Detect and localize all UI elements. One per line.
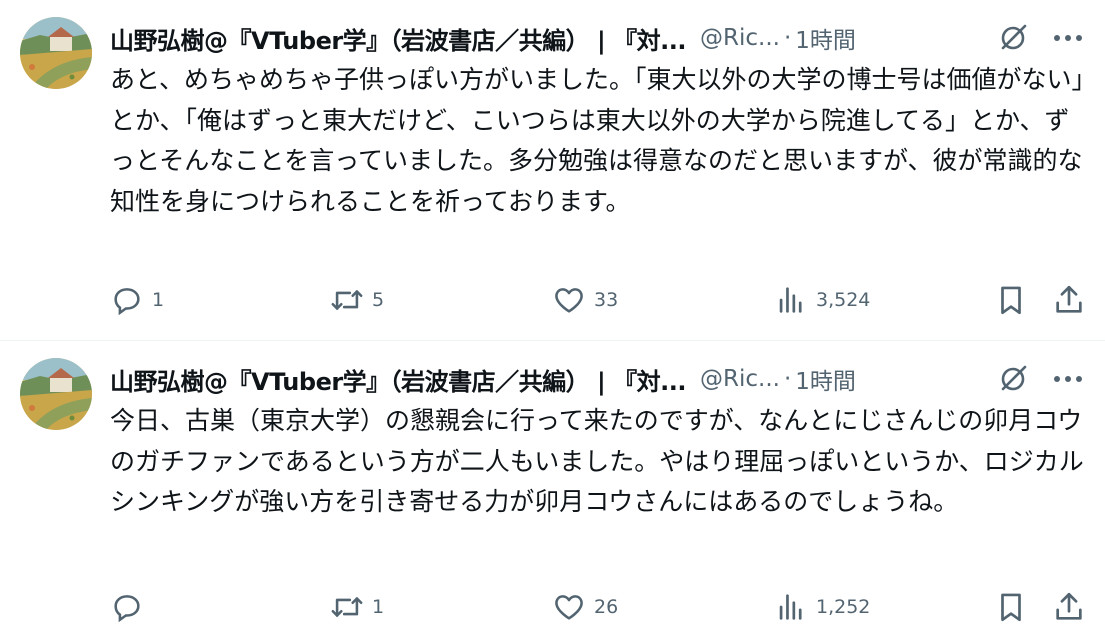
bookmark-button[interactable] <box>994 280 1028 320</box>
author-handle[interactable]: @Ric... <box>700 25 780 51</box>
reply-count: 1 <box>152 289 165 311</box>
reply-icon <box>114 288 140 316</box>
reply-button[interactable] <box>110 587 152 627</box>
avatar[interactable] <box>20 17 92 89</box>
views-button[interactable]: 3,524 <box>774 280 870 320</box>
more-icon[interactable] <box>1050 361 1086 397</box>
tweet[interactable]: 山野弘樹@『VTuber学』（岩波書店／共編） | 『対... @Ric... … <box>0 341 1105 642</box>
views-icon <box>779 287 802 313</box>
separator: · <box>783 366 792 392</box>
share-button[interactable] <box>1052 587 1086 627</box>
like-icon <box>555 288 583 313</box>
bookmark-icon <box>1001 593 1021 622</box>
avatar[interactable] <box>20 358 92 430</box>
tweet-text: 今日、古巣（東京大学）の懇親会に行って来たのですが、なんとにじさんじの卯月コウの… <box>110 406 1084 516</box>
share-button[interactable] <box>1052 280 1086 320</box>
retweet-button[interactable]: 1 <box>330 587 384 627</box>
separator: · <box>783 25 792 51</box>
share-icon <box>1056 592 1082 620</box>
author-name[interactable]: 山野弘樹@『VTuber学』（岩波書店／共編） | 『対... <box>110 362 686 397</box>
bookmark-button[interactable] <box>994 587 1028 627</box>
retweet-icon <box>331 597 363 617</box>
views-count: 3,524 <box>816 289 871 311</box>
action-bar: 1 26 1,252 <box>110 587 1085 627</box>
retweet-count: 5 <box>372 289 385 311</box>
retweet-button[interactable]: 5 <box>330 280 384 320</box>
retweet-count: 1 <box>372 596 385 618</box>
timestamp[interactable]: 1時間 <box>795 21 856 55</box>
author-handle[interactable]: @Ric... <box>700 366 780 392</box>
like-button[interactable]: 33 <box>552 280 618 320</box>
tweet-text: あと、めちゃめちゃ子供っぽい方がいました。「東大以外の大学の博士号は価値がない」… <box>110 65 1085 216</box>
like-count: 33 <box>594 289 619 311</box>
retweet-icon <box>331 290 363 310</box>
like-button[interactable]: 26 <box>552 587 618 627</box>
like-count: 26 <box>594 596 619 618</box>
reply-icon <box>114 595 140 623</box>
views-button[interactable]: 1,252 <box>774 587 870 627</box>
more-icon[interactable] <box>1050 20 1086 56</box>
grok-icon[interactable] <box>995 20 1031 56</box>
reply-button[interactable]: 1 <box>110 280 164 320</box>
timestamp[interactable]: 1時間 <box>795 362 856 396</box>
bookmark-icon <box>1001 286 1021 315</box>
grok-icon[interactable] <box>995 361 1031 397</box>
action-bar: 1 5 33 3,524 <box>110 280 1085 320</box>
views-icon <box>779 594 802 620</box>
views-count: 1,252 <box>816 596 871 618</box>
share-icon <box>1056 285 1082 313</box>
tweet-header: 山野弘樹@『VTuber学』（岩波書店／共編） | 『対... @Ric... … <box>110 20 1085 56</box>
tweet[interactable]: 山野弘樹@『VTuber学』（岩波書店／共編） | 『対... @Ric... … <box>0 0 1105 341</box>
tweet-header: 山野弘樹@『VTuber学』（岩波書店／共編） | 『対... @Ric... … <box>110 361 1085 397</box>
like-icon <box>555 595 583 620</box>
author-name[interactable]: 山野弘樹@『VTuber学』（岩波書店／共編） | 『対... <box>110 21 686 56</box>
